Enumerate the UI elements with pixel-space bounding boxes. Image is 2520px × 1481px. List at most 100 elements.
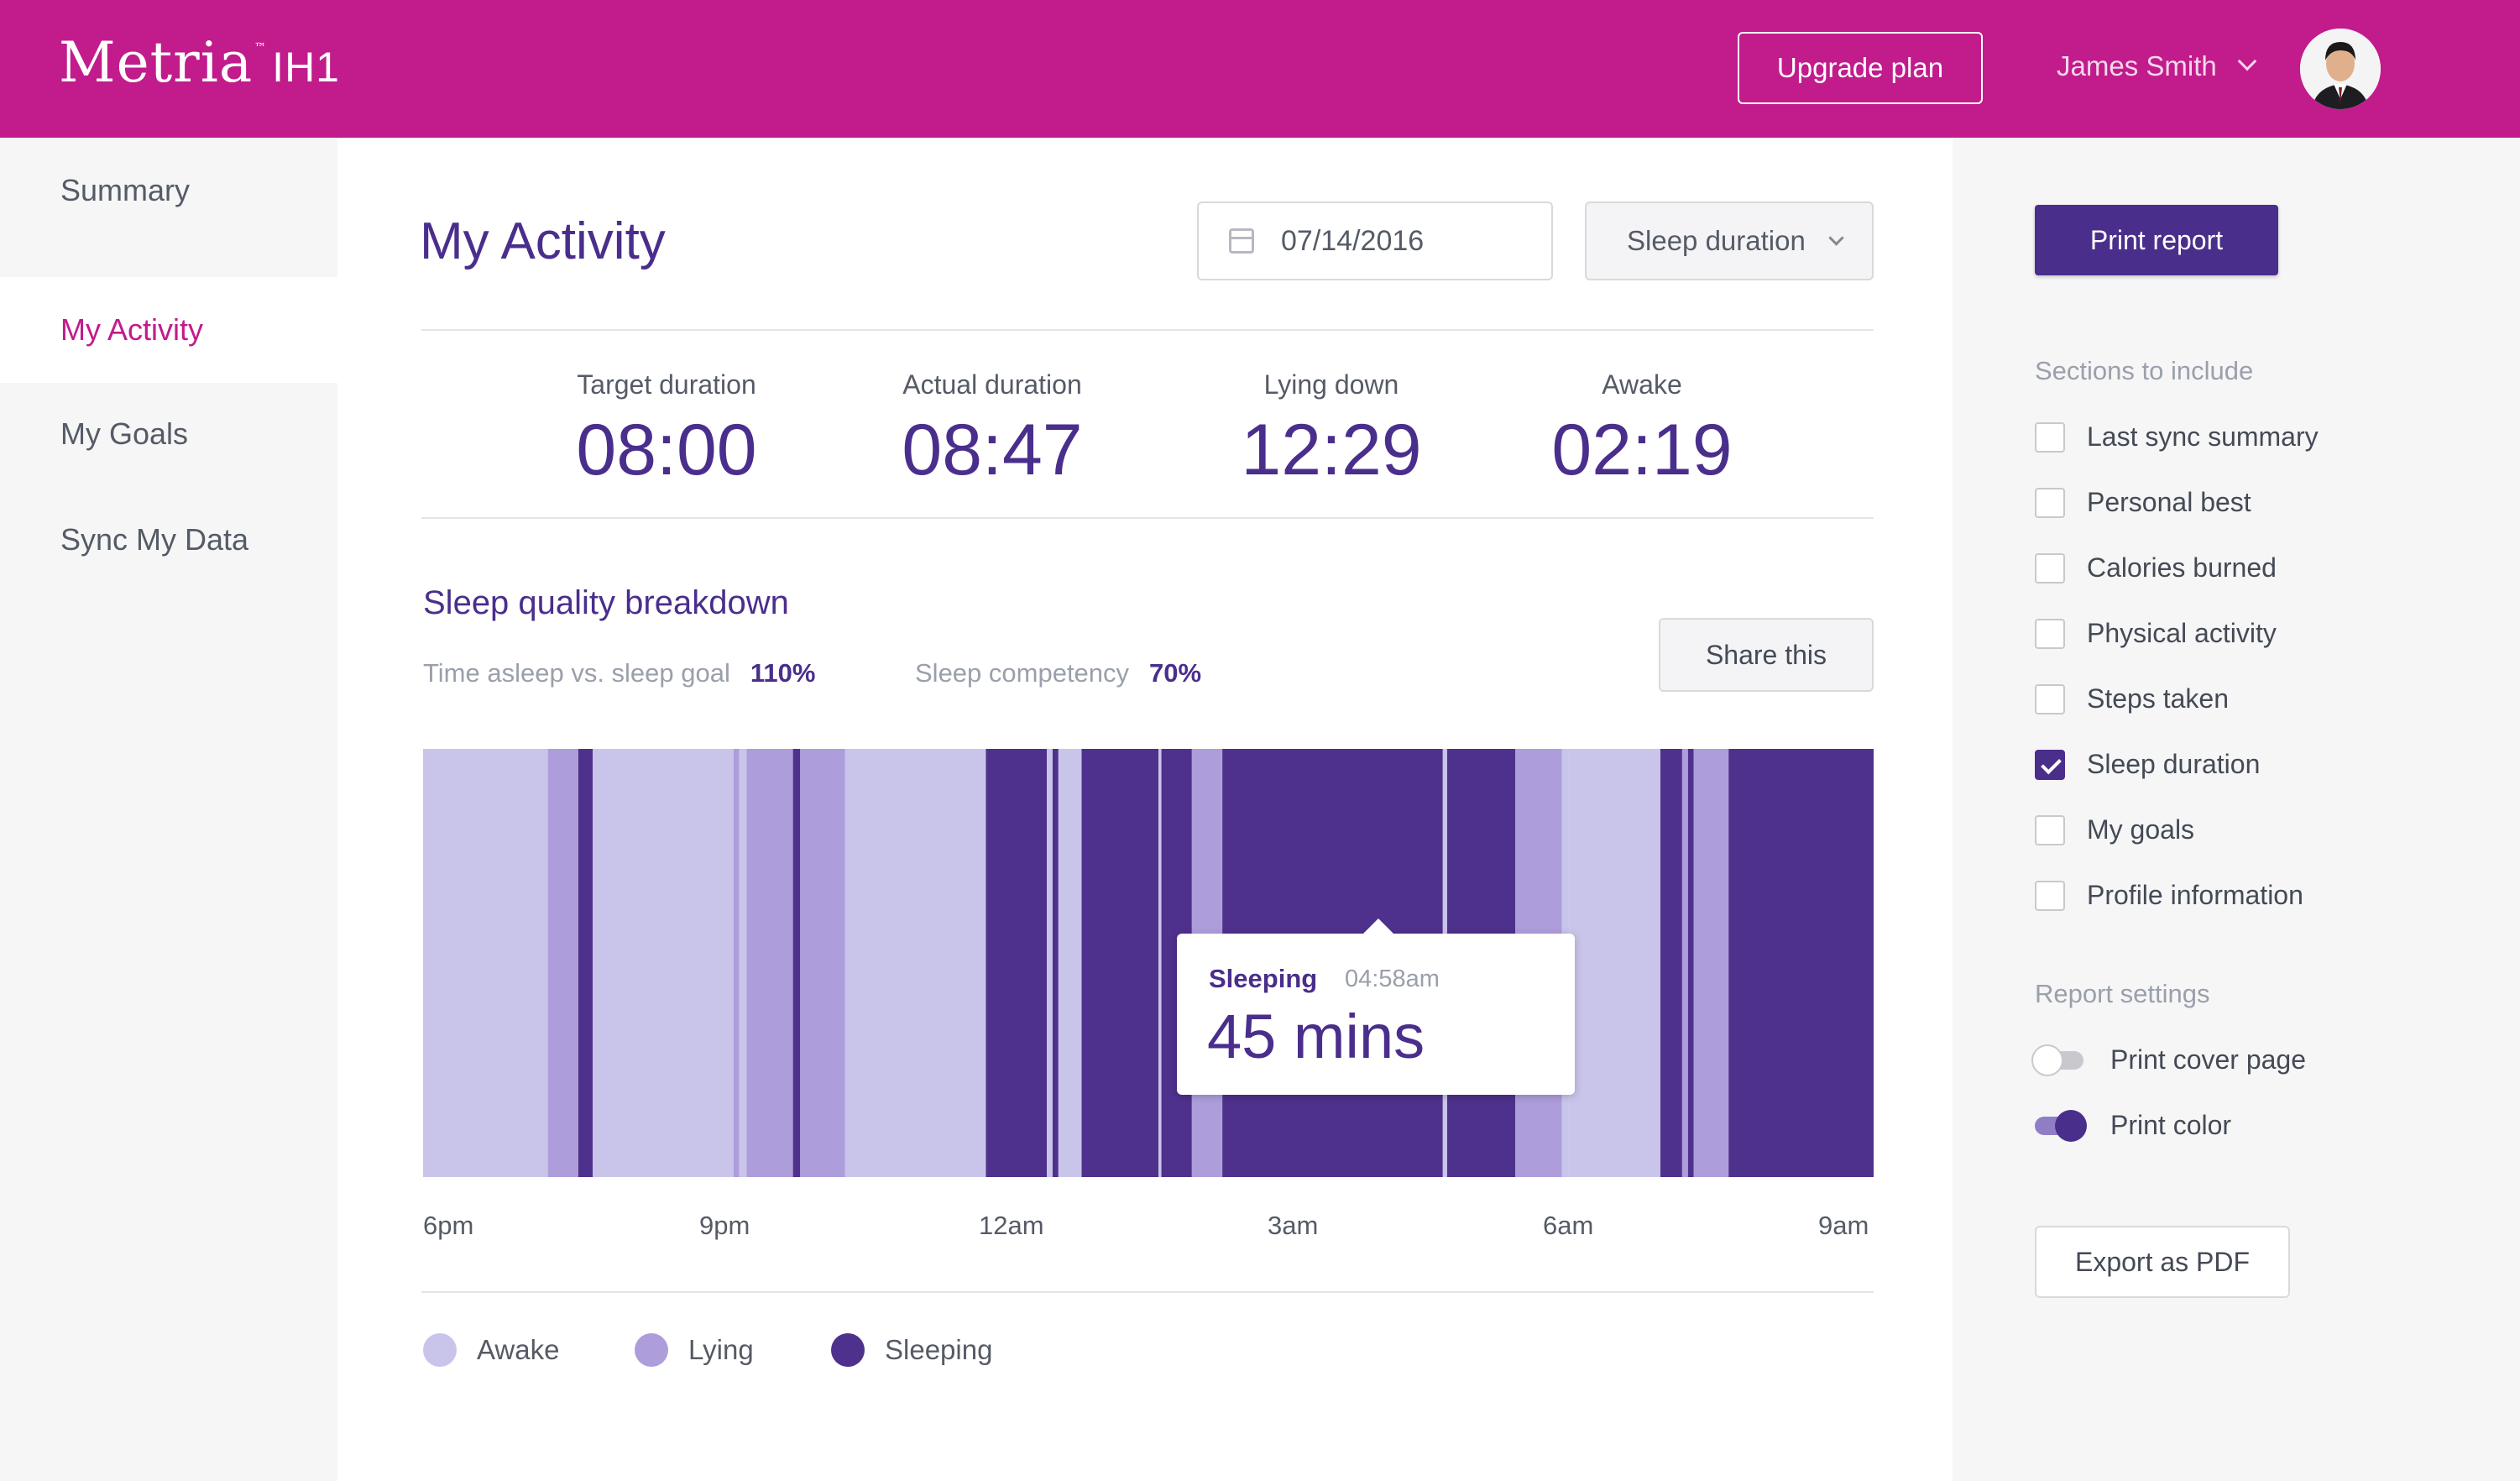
setting-print-color[interactable]: Print color	[2035, 1109, 2232, 1142]
date-picker[interactable]: 07/14/2016	[1197, 201, 1553, 280]
segment-lying[interactable]	[1693, 749, 1729, 1177]
segment-awake[interactable]	[1047, 749, 1053, 1177]
sidebar-item-sync-my-data[interactable]: Sync My Data	[0, 487, 337, 593]
avatar[interactable]	[2300, 29, 2381, 109]
segment-sleeping[interactable]	[1660, 749, 1682, 1177]
settings-heading: Report settings	[2035, 979, 2210, 1008]
section-checkbox-profile-information[interactable]: Profile information	[2035, 880, 2303, 911]
checkbox[interactable]	[2035, 421, 2065, 453]
sidebar-item-my-goals[interactable]: My Goals	[0, 381, 337, 487]
stat-label: Actual duration	[902, 369, 1082, 400]
segment-sleeping[interactable]	[578, 749, 593, 1177]
segment-lying[interactable]	[1681, 749, 1688, 1177]
metric-selected-value: Sleep duration	[1627, 225, 1806, 256]
sections-heading: Sections to include	[2035, 356, 2254, 385]
tooltip-duration: 45 mins	[1207, 1002, 1425, 1071]
print-report-button[interactable]: Print report	[2035, 205, 2278, 275]
x-tick-label: 12am	[979, 1211, 1044, 1240]
top-bar: Metria ™ IH1 Upgrade plan James Smith	[0, 0, 2520, 138]
segment-sleeping[interactable]	[986, 749, 1048, 1177]
segment-lying[interactable]	[746, 749, 793, 1177]
checkbox-label: Steps taken	[2087, 683, 2229, 714]
x-tick-label: 6pm	[423, 1211, 474, 1240]
segment-awake[interactable]	[844, 749, 986, 1177]
toggle-label: Print cover page	[2110, 1044, 2307, 1075]
page-title: My Activity	[420, 212, 666, 270]
segment-awake[interactable]	[1058, 749, 1082, 1177]
section-checkbox-steps-taken[interactable]: Steps taken	[2035, 683, 2229, 714]
section-checkbox-personal-best[interactable]: Personal best	[2035, 487, 2251, 518]
checkbox[interactable]	[2035, 487, 2065, 518]
kpi-value: 110%	[750, 658, 816, 688]
segment-lying[interactable]	[733, 749, 740, 1177]
divider	[421, 1291, 1874, 1293]
export-pdf-button[interactable]: Export as PDF	[2035, 1226, 2290, 1298]
section-checkbox-sleep-duration[interactable]: Sleep duration	[2035, 749, 2260, 780]
section-checkbox-last-sync-summary[interactable]: Last sync summary	[2035, 421, 2319, 453]
segment-sleeping[interactable]	[1081, 749, 1159, 1177]
section-checkbox-calories-burned[interactable]: Calories burned	[2035, 552, 2277, 584]
setting-print-cover-page[interactable]: Print cover page	[2031, 1044, 2307, 1076]
toggle-knob	[2055, 1109, 2087, 1142]
user-menu[interactable]: James Smith	[2057, 50, 2257, 82]
tooltip-time: 04:58am	[1345, 966, 1440, 992]
stat-label: Target duration	[577, 369, 756, 400]
divider	[421, 329, 1874, 331]
segment-sleeping[interactable]	[792, 749, 801, 1177]
checkbox[interactable]	[2035, 552, 2065, 584]
avatar-photo	[2300, 29, 2381, 109]
tooltip-state: Sleeping	[1209, 964, 1318, 993]
checkbox[interactable]	[2035, 618, 2065, 649]
legend-item-lying: Lying	[635, 1333, 754, 1367]
app-logo[interactable]: Metria ™ IH1	[59, 30, 340, 95]
legend-label: Lying	[688, 1334, 754, 1365]
checkbox[interactable]	[2035, 880, 2065, 911]
checkbox-checked[interactable]	[2035, 749, 2065, 780]
segment-awake[interactable]	[1569, 749, 1660, 1177]
chart-tooltip: Sleeping 04:58am 45 mins	[1177, 918, 1575, 1095]
share-button[interactable]: Share this	[1659, 618, 1874, 692]
chevron-down-icon	[1828, 229, 1844, 246]
checkbox[interactable]	[2035, 683, 2065, 714]
section-title: Sleep quality breakdown	[423, 584, 789, 621]
sidebar-item-summary[interactable]: Summary	[0, 138, 337, 243]
checkbox-label: Calories burned	[2087, 552, 2277, 583]
upgrade-plan-button[interactable]: Upgrade plan	[1738, 32, 1983, 104]
sleep-timeline-chart[interactable]	[423, 749, 1874, 1177]
kpi-sleep-competency: Sleep competency 70%	[915, 658, 1201, 688]
metric-dropdown[interactable]: Sleep duration	[1585, 201, 1874, 280]
segment-awake[interactable]	[423, 749, 548, 1177]
kpi-label: Time asleep vs. sleep goal	[423, 658, 730, 688]
stat-label: Lying down	[1263, 369, 1399, 400]
segment-sleeping[interactable]	[1728, 749, 1874, 1177]
stat-lying-down: Lying down 12:29	[1189, 369, 1474, 492]
toggle-switch[interactable]	[2035, 1109, 2087, 1142]
section-checkbox-physical-activity[interactable]: Physical activity	[2035, 618, 2277, 649]
sidebar-item-my-activity[interactable]: My Activity	[0, 277, 337, 383]
segment-awake[interactable]	[739, 749, 747, 1177]
stat-awake: Awake 02:19	[1499, 369, 1785, 492]
toggle-label: Print color	[2110, 1110, 2232, 1140]
stat-value: 12:29	[1241, 410, 1422, 490]
checkbox-label: Physical activity	[2087, 618, 2277, 648]
checkbox[interactable]	[2035, 814, 2065, 845]
segment-sleeping[interactable]	[1052, 749, 1059, 1177]
segment-awake[interactable]	[1158, 749, 1162, 1177]
legend-label: Awake	[477, 1334, 560, 1365]
segment-sleeping[interactable]	[1687, 749, 1694, 1177]
x-tick-label: 9am	[1818, 1211, 1869, 1240]
segment-lying[interactable]	[547, 749, 578, 1177]
sidebar: Summary My Activity My Goals Sync My Dat…	[0, 138, 337, 1481]
kpi-value: 70%	[1149, 658, 1202, 688]
stat-value: 02:19	[1551, 410, 1733, 490]
segment-lying[interactable]	[800, 749, 845, 1177]
section-checkbox-my-goals[interactable]: My goals	[2035, 814, 2194, 845]
segment-awake[interactable]	[593, 749, 734, 1177]
checkbox-label: Personal best	[2087, 487, 2251, 517]
legend-swatch	[635, 1333, 668, 1367]
logo-model: IH1	[272, 44, 340, 91]
stat-actual-duration: Actual duration 08:47	[850, 369, 1135, 492]
toggle-switch[interactable]	[2031, 1044, 2083, 1076]
legend-item-sleeping: Sleeping	[831, 1333, 992, 1367]
stat-label: Awake	[1602, 369, 1682, 400]
